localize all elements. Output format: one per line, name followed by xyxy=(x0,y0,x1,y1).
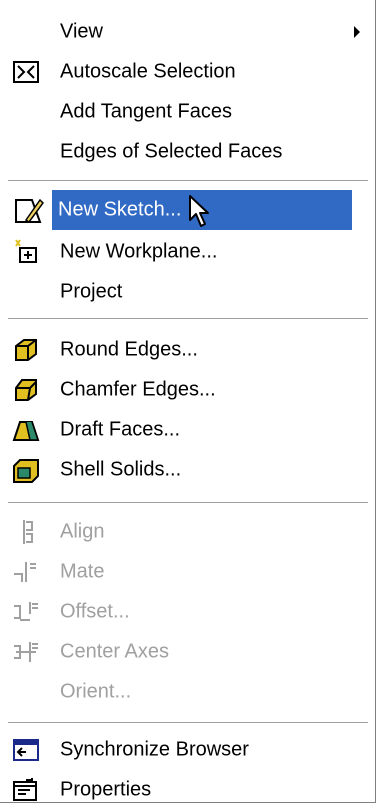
menu-item-label: Properties xyxy=(60,778,152,801)
properties-icon xyxy=(13,778,37,801)
menu-item-label: View xyxy=(60,20,103,43)
menu-item-label: Add Tangent Faces xyxy=(60,100,232,123)
context-menu: View Autoscale Selection Add Tangent Fac… xyxy=(0,0,376,803)
menu-item-label: Align xyxy=(60,520,105,543)
autoscale-icon xyxy=(13,61,39,83)
submenu-arrow-icon xyxy=(354,26,360,38)
mouse-cursor-icon xyxy=(189,195,209,227)
menu-item-label: Chamfer Edges... xyxy=(60,378,216,401)
menu-item-label: Shell Solids... xyxy=(60,458,182,481)
menu-item-mate: Mate xyxy=(4,552,370,592)
menu-item-label: Synchronize Browser xyxy=(60,738,249,761)
menu-item-chamfer-edges[interactable]: Chamfer Edges... xyxy=(4,370,370,410)
menu-item-view[interactable]: View xyxy=(4,12,370,52)
menu-item-align: Align xyxy=(4,512,370,552)
menu-item-edges-of-selected-faces[interactable]: Edges of Selected Faces xyxy=(4,132,370,172)
menu-item-synchronize-browser[interactable]: Synchronize Browser xyxy=(4,730,370,770)
menu-separator xyxy=(8,318,368,320)
workplane-icon xyxy=(15,239,37,263)
menu-item-label: Mate xyxy=(60,560,105,583)
menu-item-label: Center Axes xyxy=(60,640,169,663)
menu-item-properties[interactable]: Properties xyxy=(4,770,370,810)
menu-item-label: Edges of Selected Faces xyxy=(60,140,283,163)
menu-item-add-tangent-faces[interactable]: Add Tangent Faces xyxy=(4,92,370,132)
menu-item-label: Offset... xyxy=(60,600,130,623)
menu-item-label: Project xyxy=(60,280,123,303)
draft-faces-icon xyxy=(12,421,40,441)
menu-item-label: Draft Faces... xyxy=(60,418,181,441)
offset-icon xyxy=(14,602,38,621)
menu-item-offset: Offset... xyxy=(4,592,370,632)
menu-item-label: New Workplane... xyxy=(60,240,218,263)
menu-item-new-workplane[interactable]: New Workplane... xyxy=(4,232,370,272)
mate-icon xyxy=(14,562,36,582)
round-edges-icon xyxy=(15,339,37,361)
menu-item-autoscale-selection[interactable]: Autoscale Selection xyxy=(4,52,370,92)
menu-separator xyxy=(8,722,368,724)
menu-item-label: New Sketch... xyxy=(58,198,182,221)
menu-item-round-edges[interactable]: Round Edges... xyxy=(4,330,370,370)
shell-solids-icon xyxy=(13,459,39,483)
menu-item-center-axes: Center Axes xyxy=(4,632,370,672)
menu-item-label: Orient... xyxy=(60,680,132,703)
center-axes-icon xyxy=(14,642,38,662)
menu-item-orient: Orient... xyxy=(4,672,370,712)
synchronize-browser-icon xyxy=(13,739,39,761)
menu-item-project[interactable]: Project xyxy=(4,272,370,312)
menu-item-label: Autoscale Selection xyxy=(60,60,236,83)
align-icon xyxy=(23,520,33,544)
menu-item-draft-faces[interactable]: Draft Faces... xyxy=(4,410,370,450)
menu-separator xyxy=(8,180,368,182)
menu-separator xyxy=(8,502,368,504)
chamfer-edges-icon xyxy=(15,379,37,401)
sketch-pencil-icon xyxy=(15,198,44,224)
menu-item-shell-solids[interactable]: Shell Solids... xyxy=(4,450,370,490)
menu-item-label: Round Edges... xyxy=(60,338,198,361)
